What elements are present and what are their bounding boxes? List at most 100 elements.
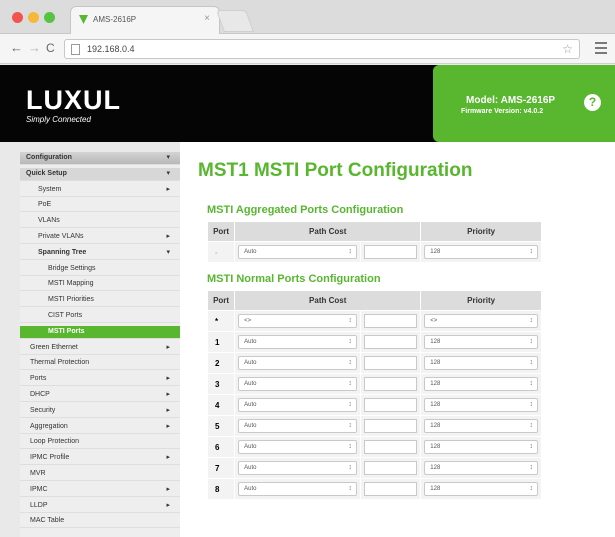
- path-cost-input[interactable]: [363, 314, 418, 328]
- select-arrows-icon: ↕: [348, 443, 352, 450]
- sidebar-item-aggregation[interactable]: Aggregation ▸: [20, 421, 180, 434]
- path-cost-value: Auto: [244, 423, 257, 429]
- port-cell: 6: [206, 436, 236, 458]
- priority-select[interactable]: 128 ↕: [424, 335, 538, 349]
- address-bar[interactable]: 192.168.0.4 ☆: [64, 39, 580, 59]
- priority-select[interactable]: 128 ↕: [424, 419, 538, 433]
- path-cost-input[interactable]: [363, 398, 418, 412]
- sidebar-item-msti-priorities[interactable]: MSTI Priorities: [20, 294, 180, 308]
- path-cost-input[interactable]: [363, 482, 418, 496]
- new-tab-button[interactable]: [215, 10, 255, 32]
- select-arrows-icon: ↕: [529, 422, 534, 429]
- priority-select[interactable]: 128 ↕: [424, 482, 538, 496]
- path-cost-input[interactable]: [363, 356, 418, 370]
- priority-select[interactable]: 128 ↕: [424, 461, 538, 475]
- path-cost-input[interactable]: [363, 440, 418, 454]
- table-row: 6 Auto ↕ 128 ↕: [206, 436, 542, 458]
- sidebar-item-private-vlans[interactable]: Private VLANs ▸: [20, 231, 180, 244]
- sidebar-item-mvr[interactable]: MVR: [20, 468, 180, 481]
- bookmark-star-icon[interactable]: ☆: [562, 42, 573, 56]
- sidebar-item-security[interactable]: Security ▸: [20, 405, 180, 418]
- path-cost-input[interactable]: [363, 461, 418, 475]
- sidebar-item-ports[interactable]: Ports ▸: [20, 373, 180, 387]
- sidebar-item-cist-ports[interactable]: CIST Ports: [20, 310, 180, 323]
- tab-close-icon[interactable]: ×: [204, 13, 210, 24]
- url-text[interactable]: 192.168.0.4: [87, 44, 135, 54]
- priority-value: 128: [430, 339, 441, 345]
- browser-menu-icon[interactable]: [595, 42, 607, 57]
- col-priority: Priority: [420, 221, 542, 242]
- priority-select[interactable]: <> ↕: [424, 314, 538, 328]
- sidebar-item-system[interactable]: System ▸: [20, 184, 180, 197]
- sidebar-item-bridge-settings[interactable]: Bridge Settings: [20, 263, 180, 276]
- expand-arrow-icon: ▸: [166, 343, 170, 351]
- forward-button[interactable]: →: [28, 41, 41, 55]
- sidebar-item-spanning-tree[interactable]: Spanning Tree ▾: [20, 247, 180, 260]
- sidebar-item-ipmc[interactable]: IPMC ▸: [20, 484, 180, 497]
- browser-toolbar: ← → C 192.168.0.4 ☆: [0, 34, 615, 64]
- help-icon[interactable]: ?: [584, 94, 601, 111]
- sidebar-item-ipmc-profile[interactable]: IPMC Profile ▸: [20, 452, 180, 466]
- table-row: 5 Auto ↕ 128 ↕: [206, 415, 542, 437]
- sidebar-item-mac-table[interactable]: MAC Table: [20, 515, 180, 529]
- path-cost-select[interactable]: Auto ↕: [238, 377, 357, 391]
- sidebar-item-label: IPMC: [30, 485, 48, 493]
- path-cost-select[interactable]: Auto ↕: [238, 461, 357, 475]
- select-arrows-icon: ↕: [348, 338, 352, 345]
- priority-select[interactable]: 128 ↕: [424, 440, 538, 454]
- path-cost-select[interactable]: Auto ↕: [238, 440, 357, 454]
- table-row: 3 Auto ↕ 128 ↕: [206, 373, 542, 395]
- logo-tagline: Simply Connected: [26, 115, 91, 124]
- sidebar-item-green-ethernet[interactable]: Green Ethernet ▸: [20, 342, 180, 355]
- select-arrows-icon: ↕: [529, 338, 534, 345]
- select-arrows-icon: ↕: [529, 443, 534, 450]
- tab-title: AMS-2616P: [93, 15, 137, 24]
- priority-select[interactable]: 128 ↕: [424, 356, 538, 370]
- path-cost-value: <>: [244, 318, 252, 324]
- zoom-window-button[interactable]: [44, 12, 55, 23]
- sidebar-item-label: MVR: [30, 470, 46, 477]
- browser-tab[interactable]: AMS-2616P ×: [70, 6, 220, 34]
- sidebar-item-configuration[interactable]: Configuration ▾: [20, 152, 180, 165]
- path-cost-value: Auto: [244, 249, 257, 255]
- reload-button[interactable]: C: [46, 41, 55, 55]
- priority-select[interactable]: 128 ↕: [424, 377, 538, 391]
- sidebar-item-poe[interactable]: PoE: [20, 199, 180, 213]
- path-cost-select[interactable]: Auto ↕: [238, 419, 357, 433]
- sidebar-item-quick-setup[interactable]: Quick Setup ▾: [20, 167, 180, 181]
- priority-select[interactable]: 128 ↕: [424, 398, 538, 412]
- sidebar-item-msti-mapping[interactable]: MSTI Mapping: [20, 278, 180, 292]
- path-cost-value: Auto: [244, 360, 257, 366]
- priority-value: 128: [430, 486, 441, 492]
- sidebar-item-label: Green Ethernet: [30, 343, 78, 351]
- sidebar-item-msti-ports[interactable]: MSTI Ports: [20, 325, 180, 339]
- sidebar-item-loop-protection[interactable]: Loop Protection: [20, 436, 180, 450]
- minimize-window-button[interactable]: [28, 12, 39, 23]
- back-button[interactable]: ←: [10, 41, 23, 55]
- priority-value: 128: [430, 465, 441, 471]
- sidebar-item-lldp[interactable]: LLDP ▸: [20, 500, 180, 513]
- path-cost-input[interactable]: [363, 419, 418, 433]
- path-cost-select[interactable]: Auto ↕: [238, 482, 357, 496]
- path-cost-input[interactable]: [363, 335, 418, 349]
- path-cost-select[interactable]: Auto ↕: [238, 335, 357, 349]
- select-arrows-icon: ↕: [348, 359, 352, 366]
- sidebar-item-label: MSTI Mapping: [48, 280, 94, 288]
- select-arrows-icon: ↕: [529, 248, 534, 255]
- sidebar-item-dhcp[interactable]: DHCP ▸: [20, 389, 180, 402]
- path-cost-select[interactable]: Auto ↕: [238, 356, 357, 370]
- sidebar-item-thermal-protection[interactable]: Thermal Protection: [20, 357, 180, 371]
- priority-select[interactable]: 128 ↕: [424, 245, 538, 259]
- path-cost-select[interactable]: <> ↕: [238, 314, 357, 328]
- path-cost-input[interactable]: [363, 377, 418, 391]
- browser-tab-bar: AMS-2616P ×: [0, 0, 615, 34]
- path-cost-select[interactable]: Auto ↕: [238, 245, 357, 259]
- expand-arrow-icon: ▸: [166, 185, 170, 193]
- port-cell: -: [206, 241, 236, 263]
- expand-arrow-icon: ▸: [166, 375, 170, 383]
- path-cost-select[interactable]: Auto ↕: [238, 398, 357, 412]
- sidebar-item-label: Aggregation: [30, 422, 68, 430]
- sidebar-item-vlans[interactable]: VLANs: [20, 215, 180, 229]
- path-cost-input[interactable]: [363, 245, 418, 259]
- close-window-button[interactable]: [12, 12, 23, 23]
